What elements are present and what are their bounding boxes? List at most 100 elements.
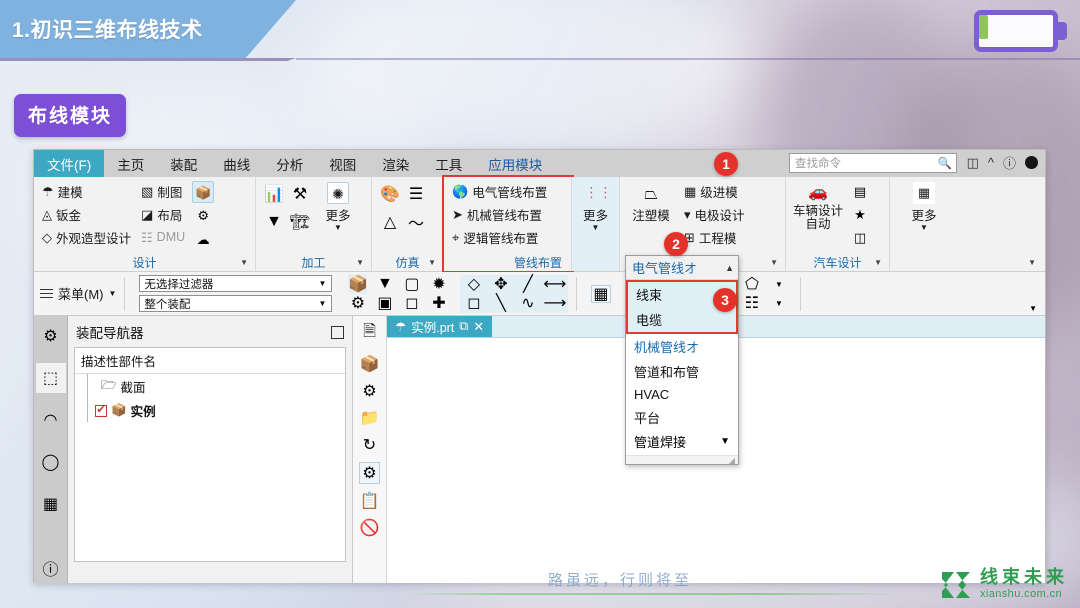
- window-layout-icon[interactable]: ▦: [590, 284, 611, 303]
- ribbon-more-button[interactable]: ▦ 更多 ▼: [901, 180, 947, 232]
- document-tab-active[interactable]: ☂ 实例.prt ⧉ ✕: [387, 316, 493, 337]
- hide-icon[interactable]: 🚫: [360, 518, 380, 538]
- dropdown-item-platform[interactable]: 平台: [626, 405, 738, 430]
- datum-icon[interactable]: ◻: [405, 293, 418, 313]
- select-object-icon[interactable]: 📦: [348, 274, 368, 294]
- rail-settings-icon[interactable]: ⚙: [36, 321, 66, 351]
- chevron-down-icon-4[interactable]: ▼: [775, 299, 783, 308]
- pre-post-icon[interactable]: ☰: [409, 184, 423, 204]
- filter-icon[interactable]: ▼: [377, 275, 393, 293]
- ribbon-item-drafting[interactable]: ▧ 制图: [138, 180, 188, 202]
- place-part-icon[interactable]: ✥: [494, 274, 507, 294]
- manufacturing-more-button[interactable]: ✺ 更多 ▼: [315, 180, 361, 232]
- dropdown-item-hvac[interactable]: HVAC: [626, 384, 738, 405]
- chevron-down-icon-3[interactable]: ▼: [775, 280, 783, 289]
- tab-file[interactable]: 文件(F): [34, 150, 105, 177]
- rail-assembly-navigator-icon[interactable]: ⬚: [35, 363, 66, 393]
- chevron-up-icon[interactable]: ^: [988, 155, 994, 170]
- toolbar-overflow-chevron[interactable]: ▼: [1029, 304, 1037, 313]
- dropdown-item-piping[interactable]: 管道和布管: [626, 359, 738, 384]
- stamping-icon[interactable]: ★: [849, 205, 871, 227]
- chevron-down-icon[interactable]: ▼: [356, 258, 364, 267]
- tab-view[interactable]: 视图: [316, 150, 369, 177]
- rail-info-icon[interactable]: ⓘ: [36, 553, 66, 583]
- pin-panel-icon[interactable]: [331, 325, 344, 339]
- selection-scope-select[interactable]: 整个装配 ▼: [139, 295, 333, 312]
- ribbon-item-electrical-routing[interactable]: 🌎 电气管线布置: [449, 180, 550, 202]
- tab-assembly[interactable]: 装配: [157, 150, 210, 177]
- edit-component-icon[interactable]: ⚙: [362, 381, 376, 401]
- flow-icon[interactable]: 〜: [408, 210, 424, 234]
- turning-icon[interactable]: ⚒: [293, 184, 307, 204]
- additive-icon[interactable]: 🏗: [290, 212, 310, 232]
- ribbon-item-progressive-die[interactable]: ▦ 级进模: [681, 180, 748, 202]
- visualization-icon[interactable]: ☷: [745, 293, 759, 313]
- list-item[interactable]: ✔ 📦 实例: [75, 399, 345, 422]
- dropdown-footer-row[interactable]: 管道焊接 ▼: [626, 430, 738, 455]
- tab-tools[interactable]: 工具: [422, 150, 475, 177]
- account-dot-icon[interactable]: [1025, 156, 1038, 169]
- help-icon[interactable]: ⓘ: [1003, 153, 1016, 172]
- ribbon-item-modeling[interactable]: ☂ 建模: [39, 180, 134, 202]
- ribbon-item-die-engineering[interactable]: ⊞ 工程模: [681, 226, 748, 248]
- dropdown-item-mechanical-routing[interactable]: 机械管线オ: [626, 334, 738, 359]
- restore-icon[interactable]: ⧉: [459, 319, 468, 334]
- tab-render[interactable]: 渲染: [369, 150, 422, 177]
- add-component-icon[interactable]: 📦: [360, 354, 380, 374]
- rail-reuse-library-icon[interactable]: ▦: [36, 489, 66, 519]
- rail-part-navigator-icon[interactable]: ◯: [36, 447, 66, 477]
- search-input[interactable]: 查找命令 🔍: [789, 153, 957, 173]
- selection-filter-select[interactable]: 无选择过滤器 ▼: [139, 275, 333, 292]
- new-part-icon[interactable]: 🗎: [363, 320, 376, 347]
- assembly-icon[interactable]: 📦: [192, 181, 215, 203]
- ribbon-item-mechanical-routing[interactable]: ➤ 机械管线布置: [449, 203, 550, 225]
- chevron-down-icon[interactable]: ▼: [428, 258, 436, 267]
- ribbon-item-electrode-design[interactable]: ▾ 电极设计: [681, 203, 748, 225]
- chevron-down-icon[interactable]: ▼: [720, 436, 730, 447]
- tab-curve[interactable]: 曲线: [210, 150, 263, 177]
- checkbox-checked[interactable]: ✔: [95, 404, 107, 417]
- ribbon-item-vehicle-design[interactable]: 🚗 车辆设计自动: [791, 180, 845, 231]
- list-item[interactable]: 🗁 截面: [75, 374, 345, 399]
- line-icon[interactable]: ╱: [523, 274, 533, 294]
- chevron-down-icon[interactable]: ▼: [770, 258, 778, 267]
- chevron-down-icon[interactable]: ▼: [1028, 258, 1036, 267]
- snap-point-icon[interactable]: ✹: [432, 274, 445, 294]
- motion-sim-icon[interactable]: 🎨: [380, 184, 400, 204]
- assembly-report-icon[interactable]: 📋: [360, 491, 380, 511]
- dropdown-resize-grip[interactable]: ◢: [626, 455, 738, 465]
- chevron-down-icon[interactable]: ▼: [240, 258, 248, 267]
- laminate-icon[interactable]: ◫: [849, 228, 871, 250]
- tab-analysis[interactable]: 分析: [263, 150, 316, 177]
- routing-more-button[interactable]: ⋮⋮ 更多 ▼: [577, 180, 614, 232]
- route-segment-icon[interactable]: ◇: [468, 274, 480, 294]
- gear-pair-icon[interactable]: ⚙: [192, 205, 214, 227]
- close-icon[interactable]: ✕: [473, 319, 484, 335]
- path-icon[interactable]: ⟷: [543, 274, 566, 294]
- ribbon-item-mold-wizard[interactable]: ⏢ 注塑模: [625, 180, 677, 224]
- preferences-icon[interactable]: ⚙: [359, 462, 380, 484]
- ribbon-item-shape-studio[interactable]: ◇ 外观造型设计: [39, 226, 134, 248]
- cable-icon[interactable]: ⟶: [543, 293, 566, 313]
- ribbon-item-layout[interactable]: ◪ 布局: [138, 203, 188, 225]
- body-design-icon[interactable]: ▤: [849, 182, 871, 204]
- chevron-up-icon[interactable]: ▲: [725, 263, 734, 273]
- wire-edm-icon[interactable]: ▼: [266, 213, 282, 231]
- component-select-icon[interactable]: ⚙: [351, 293, 365, 313]
- durability-icon[interactable]: △: [384, 212, 396, 232]
- dropdown-header[interactable]: 电气管线オ ▲: [626, 256, 738, 280]
- wcs-icon[interactable]: ▣: [377, 293, 392, 313]
- origin-icon[interactable]: ✚: [432, 293, 445, 313]
- machining-setup-icon[interactable]: 📊: [264, 184, 284, 204]
- orientation-icon[interactable]: ⬠: [745, 274, 759, 294]
- ribbon-item-logical-routing[interactable]: ⌖ 逻辑管线布置: [449, 226, 550, 248]
- ribbon-item-sheet-metal[interactable]: ◬ 钣金: [39, 203, 134, 225]
- fullscreen-icon[interactable]: ◫: [967, 155, 979, 171]
- stock-icon[interactable]: ◻: [467, 293, 480, 313]
- open-folder-icon[interactable]: 📁: [360, 408, 380, 428]
- menu-button[interactable]: 菜单(M) ▼: [40, 284, 116, 303]
- update-session-icon[interactable]: ↻: [363, 435, 376, 455]
- rendering-icon[interactable]: ☁: [192, 229, 214, 251]
- tab-home[interactable]: 主页: [104, 150, 157, 177]
- tab-application-modules[interactable]: 应用模块: [475, 150, 555, 177]
